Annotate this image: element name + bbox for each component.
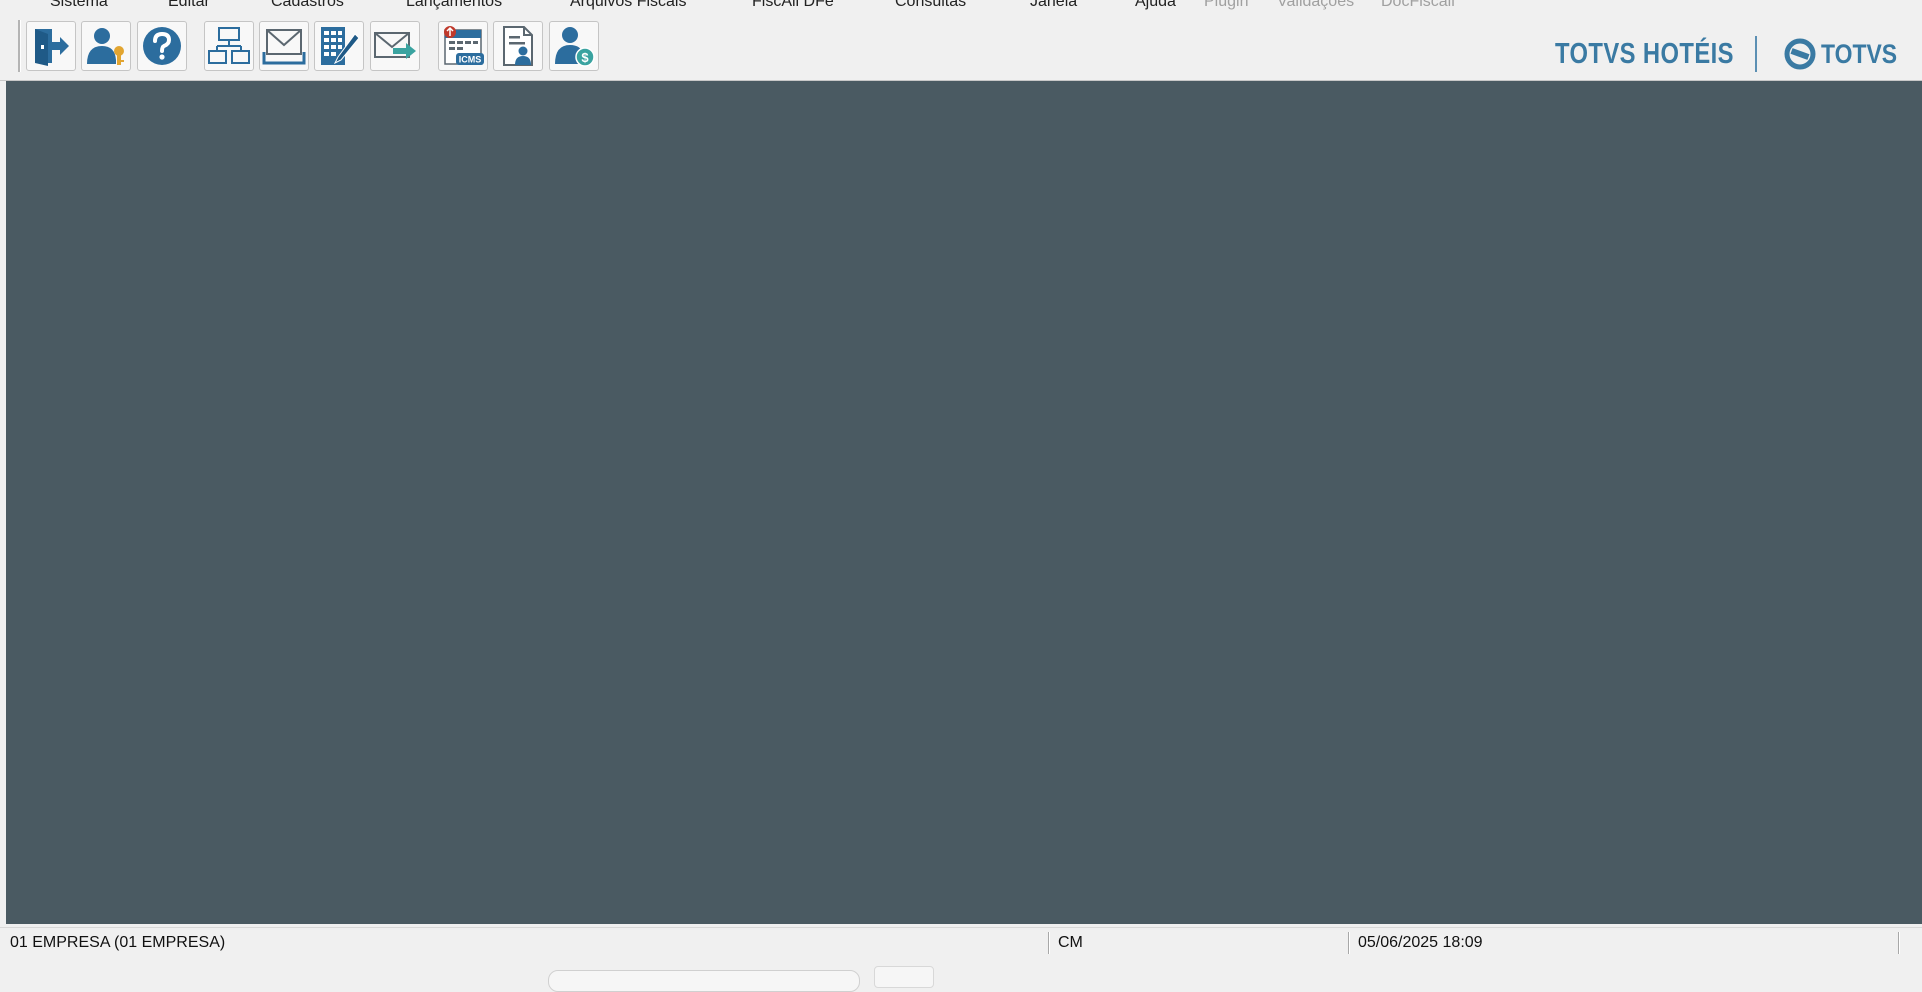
menu-consultas[interactable]: Consultas <box>895 0 966 11</box>
icms-badge-text: ICMS <box>459 55 482 65</box>
status-code: CM <box>1058 934 1083 951</box>
envelope-icon <box>262 29 306 65</box>
send-mail-icon <box>374 32 416 59</box>
menu-janela[interactable]: Janela <box>1030 0 1077 11</box>
menu-ajuda[interactable]: Ajuda <box>1135 0 1176 11</box>
menu-sistema[interactable]: Sistema <box>50 0 108 11</box>
spreadsheet-button[interactable] <box>314 21 364 71</box>
user-key-icon <box>87 28 124 65</box>
document-user-icon <box>503 26 533 66</box>
company-brand: TOTVS <box>1821 38 1898 69</box>
icms-button[interactable]: ICMS <box>438 21 488 71</box>
menu-lancamentos[interactable]: Lançamentos <box>406 0 502 11</box>
exit-door-icon <box>35 29 69 66</box>
status-divider <box>1048 932 1050 954</box>
structure-button[interactable] <box>204 21 254 71</box>
menu-arquivos-fiscais[interactable]: Arquivos Fiscais <box>570 0 686 11</box>
status-bar: 01 EMPRESA (01 EMPRESA) CM 05/06/2025 18… <box>0 927 1922 958</box>
taskbar-search-box[interactable] <box>548 970 860 992</box>
status-divider <box>1898 932 1900 954</box>
send-mail-button[interactable] <box>370 21 420 71</box>
menu-editar[interactable]: Editar <box>168 0 210 11</box>
user-password-button[interactable] <box>81 21 131 71</box>
menu-bar: Sistema Editar Cadastros Lançamentos Arq… <box>0 0 1922 14</box>
user-dollar-icon: $ <box>555 27 595 67</box>
status-company: 01 EMPRESA (01 EMPRESA) <box>10 934 226 951</box>
product-brand: TOTVS HOTÉIS <box>1555 38 1734 70</box>
brand-divider <box>1755 36 1757 72</box>
taskbar-button[interactable] <box>874 966 934 988</box>
status-divider <box>1348 932 1350 954</box>
status-datetime: 05/06/2025 18:09 <box>1358 934 1483 951</box>
menu-docfiscall: DocFiscall <box>1381 0 1455 10</box>
menu-plugin: Plugin <box>1204 0 1249 10</box>
help-icon <box>143 27 181 65</box>
company-logo: TOTVS <box>1784 38 1911 70</box>
inbox-button[interactable] <box>259 21 309 71</box>
help-button[interactable] <box>137 21 187 71</box>
org-structure-icon <box>208 27 250 64</box>
mdi-workspace[interactable] <box>6 81 1922 924</box>
spreadsheet-edit-icon <box>321 27 360 65</box>
icms-calendar-icon: ICMS <box>444 26 484 65</box>
user-finance-button[interactable]: $ <box>549 21 599 71</box>
toolbar-grip[interactable] <box>18 20 21 72</box>
menu-fiscall-dfe[interactable]: FiscAll DFe <box>752 0 834 11</box>
exit-button[interactable] <box>26 21 76 71</box>
menu-validacoes: Validações <box>1277 0 1355 10</box>
svg-text:$: $ <box>581 50 589 65</box>
totvs-logo-icon <box>1784 38 1816 70</box>
menu-cadastros[interactable]: Cadastros <box>271 0 344 11</box>
document-user-button[interactable] <box>493 21 543 71</box>
toolbar: ICMS $ TOTVS HOTÉIS TOTVS <box>0 14 1922 81</box>
